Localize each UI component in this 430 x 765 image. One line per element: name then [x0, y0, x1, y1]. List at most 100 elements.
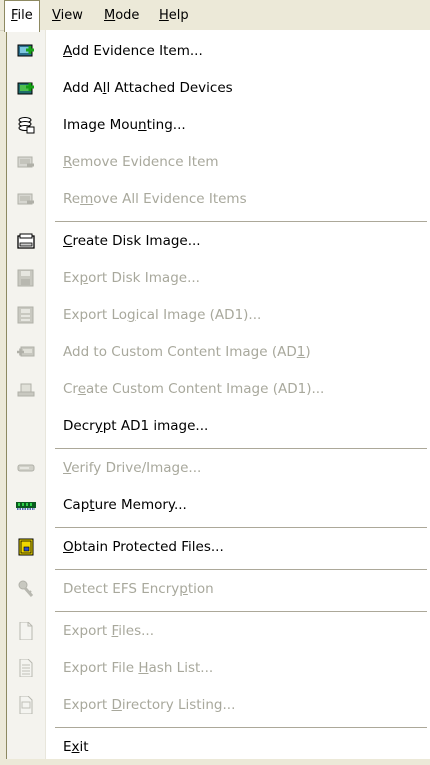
menu-item-capture-memory[interactable]: Capture Memory...: [7, 487, 430, 523]
menu-item-label-post: iles...: [118, 623, 154, 639]
menu-item-label-post: l Attached Devices: [106, 80, 233, 96]
menu-item-label-pre: Re: [63, 191, 81, 207]
menu-item-label-post: dd Evidence Item...: [72, 43, 203, 59]
menu-item-label-post: tion: [187, 581, 214, 597]
menu-item-add-evidence-item[interactable]: Add Evidence Item...: [7, 33, 430, 69]
menu-view[interactable]: View: [46, 0, 89, 31]
menu-item-label-pre: Export: [63, 697, 112, 713]
menu-item-label-post: ort Disk Image...: [88, 270, 200, 286]
menu-mode-label-rest: ode: [115, 8, 140, 23]
file-menu-dropdown: Add Evidence Item... Add All Attached De…: [6, 30, 430, 759]
menu-item-detect-efs-encryption: Detect EFS Encryption: [7, 571, 430, 607]
menu-item-decrypt-ad1-image[interactable]: Decrypt AD1 image...: [7, 408, 430, 444]
menu-item-label-pre: Decr: [63, 418, 95, 434]
menu-item-access-key: D: [111, 697, 122, 713]
add-evidence-icon: [16, 42, 36, 60]
menu-item-label-post: ical Image (AD1)...: [135, 307, 262, 323]
create-disk-image-icon: [16, 232, 36, 250]
menu-item-image-mounting[interactable]: Image Mounting...: [7, 107, 430, 143]
capture-memory-icon: [16, 496, 36, 514]
menu-item-label-pre: Export File: [63, 660, 139, 676]
menu-separator: [55, 448, 427, 449]
menu-item-export-file-hash-list: Export File Hash List...: [7, 650, 430, 686]
menu-item-remove-evidence-item: Remove Evidence Item: [7, 144, 430, 180]
menu-item-access-key: p: [79, 270, 89, 286]
menu-item-access-key: y: [94, 418, 103, 434]
add-all-devices-icon: [16, 79, 36, 97]
remove-evidence-icon: [16, 153, 36, 171]
menu-item-create-custom-content-image: Create Custom Content Image (AD1)...: [7, 371, 430, 407]
menu-separator: [55, 527, 427, 528]
menu-item-label-pre: Export: [63, 623, 112, 639]
menu-separator: [55, 611, 427, 612]
menu-help[interactable]: Help: [153, 0, 195, 31]
menu-item-label-pre: Add A: [63, 80, 103, 96]
export-hash-list-icon: [16, 659, 36, 677]
menu-mode[interactable]: Mode: [98, 0, 145, 31]
export-logical-image-icon: [16, 306, 36, 324]
menu-item-label-post: ting...: [146, 117, 186, 133]
menu-view-access-key: V: [52, 8, 61, 23]
menu-bar: File View Mode Help: [0, 0, 430, 32]
menu-help-access-key: H: [159, 8, 169, 23]
detect-efs-icon: [16, 580, 36, 598]
menu-item-label-pre: Cap: [63, 497, 90, 513]
menu-item-export-directory-listing: Export Directory Listing...: [7, 687, 430, 723]
menu-help-label-rest: elp: [168, 8, 189, 23]
menu-item-obtain-protected-files[interactable]: Obtain Protected Files...: [7, 529, 430, 565]
menu-item-label-pre: Add to Custom Content Image (AD: [63, 344, 297, 360]
menu-item-label-pre: Detect EFS Encry: [63, 581, 180, 597]
menu-mode-access-key: M: [104, 8, 116, 23]
menu-item-access-key: m: [80, 191, 94, 207]
menu-file[interactable]: File: [4, 0, 40, 32]
menu-item-exit[interactable]: Exit: [7, 729, 430, 765]
menu-item-add-all-attached-devices[interactable]: Add All Attached Devices: [7, 70, 430, 106]
menu-item-access-key: e: [77, 381, 86, 397]
menu-item-label-post: ure Memory...: [94, 497, 187, 513]
menu-item-export-logical-image: Export Logical Image (AD1)...: [7, 297, 430, 333]
menu-item-label-pre: Cr: [63, 381, 78, 397]
menu-file-label-rest: ile: [17, 8, 33, 23]
menu-item-access-key: n: [138, 117, 147, 133]
menu-item-label-pre: Export Lo: [63, 307, 128, 323]
image-mounting-icon: [16, 116, 36, 134]
menu-item-label-post: ): [305, 344, 311, 360]
menu-item-label-post: btain Protected Files...: [73, 539, 224, 555]
menu-item-export-files: Export Files...: [7, 613, 430, 649]
verify-drive-icon: [16, 459, 36, 477]
menu-separator: [55, 569, 427, 570]
menu-item-label-post: erify Drive/Image...: [71, 460, 202, 476]
menu-item-label-pre: Ex: [63, 270, 80, 286]
menu-item-verify-drive-image: Verify Drive/Image...: [7, 450, 430, 486]
menu-item-label-post: pt AD1 image...: [102, 418, 209, 434]
menu-item-export-disk-image: Export Disk Image...: [7, 260, 430, 296]
export-directory-listing-icon: [16, 696, 36, 714]
menu-separator: [55, 727, 427, 728]
menu-item-label-post: ove All Evidence Items: [93, 191, 247, 207]
export-disk-image-icon: [16, 269, 36, 287]
menu-item-access-key: g: [127, 307, 136, 323]
create-custom-content-icon: [16, 380, 36, 398]
menu-item-remove-all-evidence-items: Remove All Evidence Items: [7, 181, 430, 217]
add-custom-content-icon: [16, 343, 36, 361]
menu-item-add-to-custom-content-image: Add to Custom Content Image (AD1): [7, 334, 430, 370]
menu-item-label-post: it: [79, 739, 89, 755]
menu-item-label-post: ash List...: [148, 660, 214, 676]
menu-item-label-pre: E: [63, 739, 72, 755]
menu-separator: [55, 221, 427, 222]
menu-item-label-post: irectory Listing...: [121, 697, 236, 713]
menu-item-access-key: p: [179, 581, 188, 597]
menu-item-access-key: A: [63, 43, 72, 59]
menu-view-label-rest: iew: [60, 8, 83, 23]
menu-item-access-key: V: [63, 460, 72, 476]
menu-item-label-pre: Image Mou: [63, 117, 139, 133]
export-files-icon: [16, 622, 36, 640]
menu-item-label-post: ate Custom Content Image (AD1)...: [86, 381, 325, 397]
menu-item-access-key: x: [71, 739, 80, 755]
menu-item-label-post: reate Disk Image...: [72, 233, 201, 249]
menu-item-access-key: R: [63, 154, 72, 170]
menu-item-access-key: O: [63, 539, 74, 555]
menu-item-access-key: H: [138, 660, 149, 676]
menu-item-create-disk-image[interactable]: Create Disk Image...: [7, 223, 430, 259]
remove-all-evidence-icon: [16, 190, 36, 208]
